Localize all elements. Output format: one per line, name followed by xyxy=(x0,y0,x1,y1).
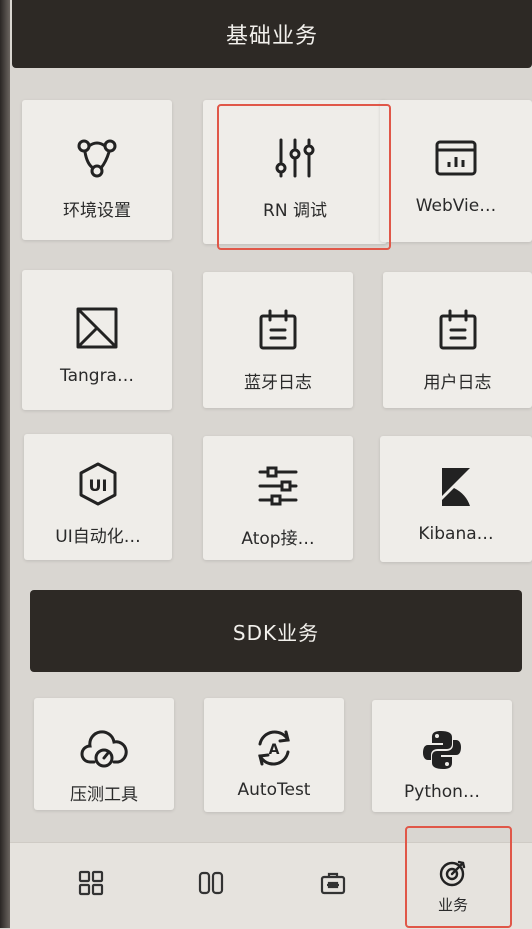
tile-rn-debug[interactable]: RN 调试 xyxy=(203,100,387,244)
network-nodes-icon xyxy=(73,134,121,182)
svg-text:A: A xyxy=(269,742,280,758)
tile-label: 环境设置 xyxy=(63,201,131,221)
cloud-gauge-icon xyxy=(80,724,128,772)
toolbox-icon xyxy=(319,869,347,897)
calendar-log-icon xyxy=(434,306,482,354)
tile-label: Kibana… xyxy=(418,524,494,544)
switch-icon xyxy=(197,869,225,897)
section-title: 基础业务 xyxy=(225,24,318,49)
python-logo-icon xyxy=(418,726,466,774)
tile-label: RN 调试 xyxy=(263,201,327,221)
bottom-nav-bar: 业务 xyxy=(10,842,532,929)
tile-label: WebVie… xyxy=(415,196,497,216)
nav-label: 业务 xyxy=(437,895,468,914)
kibana-logo-icon xyxy=(432,462,480,510)
ui-badge-icon: UI xyxy=(74,460,122,508)
sliders-vertical-icon xyxy=(271,134,319,182)
nav-item-switch[interactable] xyxy=(156,843,266,929)
section-header-sdk: SDK业务 xyxy=(30,590,522,672)
tile-label: Python… xyxy=(404,782,480,802)
section-header-basic: 基础业务 xyxy=(12,0,532,68)
tile-env-settings[interactable]: 环境设置 xyxy=(22,100,172,240)
calendar-log-icon xyxy=(254,306,302,354)
tile-kibana[interactable]: Kibana… xyxy=(380,436,532,562)
diagonal-square-icon xyxy=(73,304,121,352)
tile-autotest[interactable]: A AutoTest xyxy=(204,698,344,812)
tile-python[interactable]: Python… xyxy=(372,700,512,812)
tile-atop[interactable]: Atop接… xyxy=(203,436,353,560)
target-icon xyxy=(438,858,468,888)
tile-label: 压测工具 xyxy=(70,785,138,805)
grid-icon xyxy=(77,869,105,897)
sliders-horizontal-icon xyxy=(254,462,302,510)
auto-refresh-icon: A xyxy=(250,724,298,772)
section-title: SDK业务 xyxy=(232,620,320,645)
device-frame-edge xyxy=(0,0,10,928)
tile-label: 用户日志 xyxy=(423,373,492,393)
tile-label: UI自动化… xyxy=(55,527,141,547)
nav-item-home[interactable] xyxy=(36,843,146,929)
svg-text:UI: UI xyxy=(89,476,108,495)
tile-label: 蓝牙日志 xyxy=(244,373,312,393)
nav-item-toolbox[interactable] xyxy=(278,843,388,929)
tile-webview[interactable]: WebVie… xyxy=(380,100,532,242)
tile-tangram[interactable]: Tangra… xyxy=(22,270,172,410)
tile-ui-automation[interactable]: UI UI自动化… xyxy=(24,434,172,560)
tile-label: AutoTest xyxy=(237,780,311,800)
tile-user-log[interactable]: 用户日志 xyxy=(383,272,532,408)
nav-item-business[interactable]: 业务 xyxy=(398,843,508,929)
browser-chart-icon xyxy=(432,134,480,182)
tile-bluetooth-log[interactable]: 蓝牙日志 xyxy=(203,272,353,408)
tile-load-test[interactable]: 压测工具 xyxy=(34,698,174,810)
tile-label: Tangra… xyxy=(60,366,134,386)
tile-label: Atop接… xyxy=(241,529,315,549)
